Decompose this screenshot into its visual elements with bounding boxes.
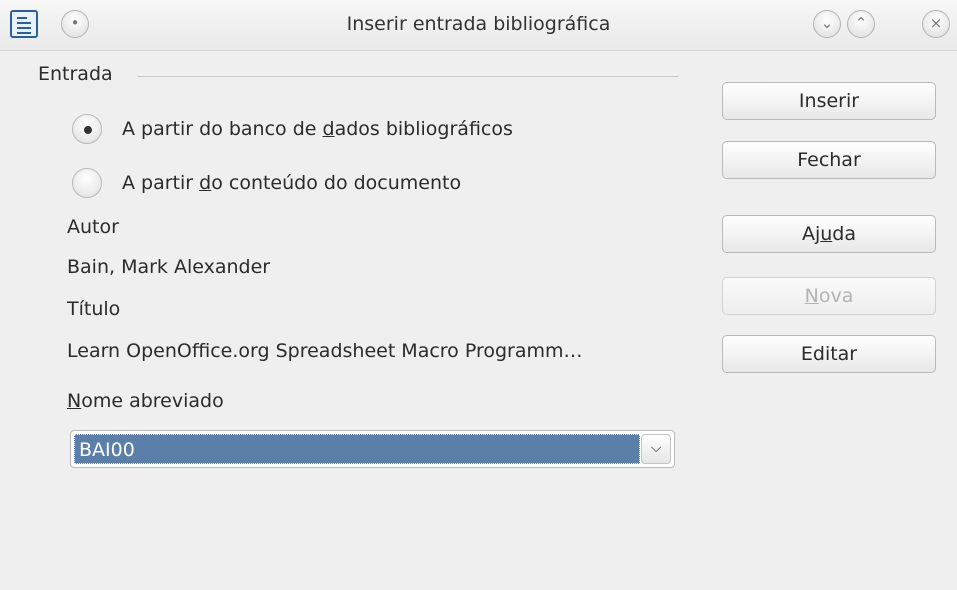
title-value: Learn OpenOffice.org Spreadsheet Macro P… — [67, 340, 583, 362]
insert-button[interactable]: Inserir — [722, 82, 936, 120]
edit-button[interactable]: Editar — [722, 335, 936, 373]
shortname-label: Nome abreviado — [67, 390, 224, 412]
title-label: Título — [67, 298, 121, 320]
radio-document-label: A partir do conteúdo do documento — [122, 172, 462, 194]
shortname-selected-value[interactable]: BAI00 — [74, 434, 640, 464]
radio-database[interactable]: A partir do banco de dados bibliográfico… — [72, 114, 513, 144]
author-label: Autor — [67, 216, 119, 238]
entry-group-label: Entrada — [38, 63, 113, 85]
group-divider — [138, 76, 678, 77]
help-button[interactable]: Ajuda — [722, 215, 936, 253]
shortname-combobox[interactable]: BAI00 ⌵ — [70, 430, 675, 468]
minimize-icon[interactable]: ⌄ — [813, 10, 841, 38]
radio-document[interactable]: A partir do conteúdo do documento — [72, 168, 461, 198]
radio-database-label: A partir do banco de dados bibliográfico… — [122, 118, 513, 140]
radio-checked-icon[interactable] — [72, 114, 102, 144]
radio-unchecked-icon[interactable] — [72, 168, 102, 198]
maximize-icon[interactable]: ⌃ — [847, 10, 875, 38]
new-button[interactable]: Nova — [722, 277, 936, 315]
chevron-down-icon[interactable]: ⌵ — [641, 434, 671, 464]
close-icon[interactable]: × — [922, 10, 950, 38]
author-value: Bain, Mark Alexander — [67, 256, 271, 278]
close-button[interactable]: Fechar — [722, 141, 936, 179]
title-bar: • Inserir entrada bibliográfica ⌄ ⌃ × — [0, 0, 957, 51]
